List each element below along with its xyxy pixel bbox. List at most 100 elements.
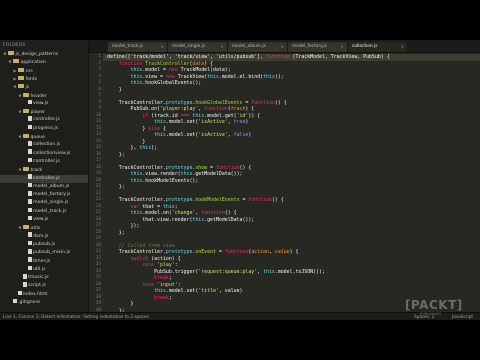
file-icon <box>28 157 32 163</box>
file-icon <box>18 290 22 296</box>
tab-model-track-js[interactable]: model_track.js × <box>108 42 167 52</box>
tab-model-single-js[interactable]: model_single.js × <box>168 42 227 52</box>
sidebar-file[interactable]: controller.js <box>0 157 88 166</box>
code-editor[interactable]: 1 2 3 4 5 6 7 8 9 10 11 12 13 14 15 16 17 18 19 20 21 22 23 24 2… <box>89 53 480 312</box>
code-token: this <box>154 288 166 294</box>
code-token: 'change' <box>171 210 196 216</box>
sidebar-file[interactable]: view.js <box>0 99 88 108</box>
code-token: this <box>130 177 143 184</box>
file-icon <box>28 232 32 237</box>
sidebar-file[interactable]: tmusic.js <box>0 273 88 282</box>
sidebar-file[interactable]: collectionview.js <box>0 149 88 158</box>
file-icon <box>28 174 32 179</box>
code-token: true <box>233 119 246 125</box>
code-token: this <box>263 73 275 80</box>
sublime-text-window: FOLDERS ▼ js_design_patterns ▼ application ▶… <box>0 40 480 321</box>
sidebar-title: FOLDERS <box>3 43 26 48</box>
sidebar-folder[interactable]: ▼ js_design_patterns <box>0 50 88 58</box>
sidebar-item-label: pubsub.js <box>33 241 56 247</box>
tab-model-album-js[interactable]: model_album.js × <box>228 42 287 52</box>
code-token: function <box>201 210 225 216</box>
code-token: 'isActive' <box>198 119 228 125</box>
sidebar-file[interactable]: model_track.js <box>0 207 88 216</box>
file-icon <box>28 190 32 196</box>
code-token: }; <box>107 229 125 236</box>
code-token: 'id' <box>236 112 249 119</box>
file-icon <box>28 215 32 221</box>
code-token: } <box>107 125 149 132</box>
sidebar-file[interactable]: model_factory.js <box>0 190 88 199</box>
code-token: this <box>139 145 152 151</box>
sidebar-folder[interactable]: ▶ fonts <box>0 75 88 83</box>
sidebar-folder[interactable]: ▼ player <box>0 108 88 116</box>
sidebar-file[interactable]: progress.js <box>0 124 88 133</box>
sidebar-folder[interactable]: ▼ queue <box>0 133 88 141</box>
sidebar-file[interactable]: view.js <box>0 215 88 224</box>
code-token: this <box>162 203 175 210</box>
sidebar-item-label: controller.js <box>33 117 60 123</box>
code-token: track <box>230 106 246 112</box>
sidebar-file[interactable]: script.js <box>0 282 88 290</box>
code-line: }; <box>107 152 125 159</box>
tab-model-factory-js[interactable]: model_factory.js × <box>288 42 347 52</box>
sidebar-item-label: player <box>30 110 45 116</box>
sidebar-item-label: index.html <box>23 291 48 297</box>
folder-icon <box>23 167 29 172</box>
code-token: hookModelEvents <box>195 197 240 203</box>
sidebar-file[interactable]: pubsub.js <box>0 240 88 249</box>
letterbox-bottom <box>0 320 480 360</box>
tab-collection-js[interactable]: collection.js × <box>348 42 407 52</box>
sidebar-item-label: view.js <box>33 217 49 222</box>
close-tab-icon[interactable]: × <box>281 42 284 52</box>
sidebar-item-label: model_album.js <box>33 183 70 189</box>
sidebar-file[interactable]: model_single.js <box>0 199 88 207</box>
code-token: : <box>177 281 181 288</box>
sidebar-folder[interactable]: ▼ track <box>0 166 88 174</box>
code-token: = <box>207 164 216 171</box>
close-tab-icon[interactable]: × <box>341 42 344 52</box>
sidebar-folder[interactable]: ▼ js <box>0 83 88 91</box>
code-token: this <box>130 210 143 216</box>
sidebar-folder[interactable]: ▼ application <box>0 58 88 66</box>
code-line: }; <box>107 184 125 191</box>
sidebar-file[interactable]: collection.js <box>0 141 88 149</box>
sidebar-file[interactable]: timer.js <box>0 257 88 266</box>
sidebar-folder[interactable]: ▼ utils <box>0 224 88 232</box>
code-token: .hookModelEvents(); <box>142 177 199 184</box>
sidebar-file[interactable]: .gitignore <box>0 298 88 307</box>
code-token: .model.toJSON()); <box>274 268 325 275</box>
code-token: }); <box>107 223 140 229</box>
sidebar-file[interactable]: controller.js <box>0 174 88 183</box>
close-tab-icon[interactable]: × <box>401 42 404 52</box>
code-token: () { <box>224 210 237 216</box>
file-icon <box>13 298 17 304</box>
sidebar-item-label: pubsub_mixin.js <box>33 250 71 256</box>
sidebar-file[interactable]: model_album.js <box>0 182 88 191</box>
code-token: .getModelData()); <box>192 171 243 177</box>
file-icon <box>28 182 32 188</box>
close-tab-icon[interactable]: × <box>161 42 164 52</box>
sidebar-folder[interactable]: ▼ header <box>0 92 88 100</box>
sidebar-file[interactable]: util.js <box>0 265 88 274</box>
code-token: } <box>107 301 134 307</box>
close-tab-icon[interactable]: × <box>221 42 224 52</box>
sidebar-item-label: collectionview.js <box>33 150 71 156</box>
file-icon <box>28 207 32 213</box>
code-token: action <box>251 249 269 255</box>
sidebar-file[interactable]: dom.js <box>0 232 88 241</box>
code-token: TrackController. <box>107 164 166 171</box>
sidebar-file[interactable]: controller.js <box>0 116 88 124</box>
code-token: ) { <box>245 106 255 112</box>
sidebar-file[interactable]: pubsub_mixin.js <box>0 249 88 257</box>
code-token: }; <box>107 151 125 158</box>
sidebar-file[interactable]: index.html <box>0 290 88 299</box>
sidebar-folder[interactable]: ▶ css <box>0 67 88 75</box>
code-token: ) { <box>289 249 299 255</box>
